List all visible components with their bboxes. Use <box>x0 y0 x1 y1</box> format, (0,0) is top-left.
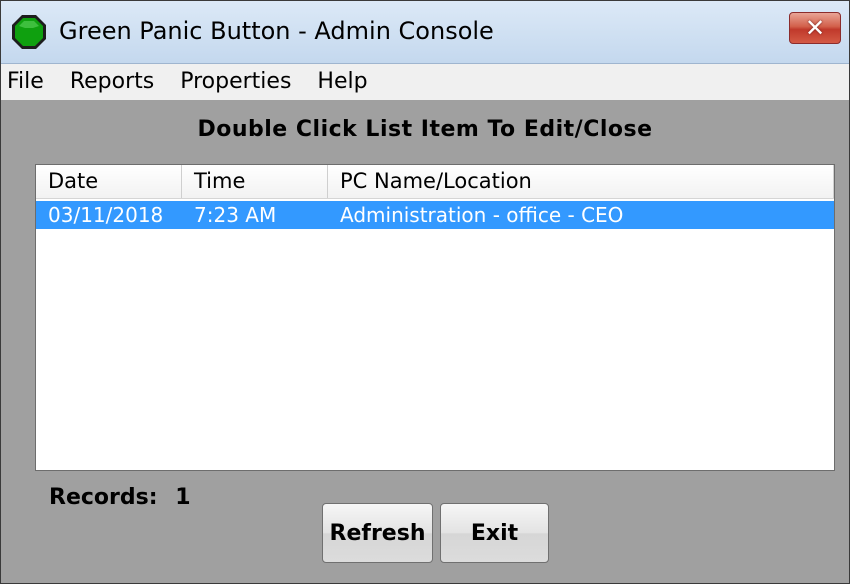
records-count: Records: 1 <box>49 485 191 510</box>
exit-button[interactable]: Exit <box>440 503 549 563</box>
refresh-button[interactable]: Refresh <box>322 503 433 563</box>
menu-file[interactable]: File <box>1 64 57 100</box>
close-button[interactable]: ✕ <box>789 12 841 44</box>
window-title: Green Panic Button - Admin Console <box>59 17 494 45</box>
alerts-list[interactable]: Date Time PC Name/Location 03/11/2018 7:… <box>35 164 835 471</box>
column-header-date[interactable]: Date <box>36 165 182 198</box>
list-row-selected[interactable]: 03/11/2018 7:23 AM Administration - offi… <box>36 201 834 229</box>
menu-properties[interactable]: Properties <box>167 64 304 100</box>
menu-bar: File Reports Properties Help <box>1 64 849 100</box>
cell-time: 7:23 AM <box>194 203 277 227</box>
cell-date: 03/11/2018 <box>48 203 164 227</box>
admin-console-window: Green Panic Button - Admin Console ✕ Fil… <box>0 0 850 584</box>
column-header-time[interactable]: Time <box>182 165 328 198</box>
list-header: Date Time PC Name/Location <box>36 165 834 199</box>
close-icon: ✕ <box>804 14 826 42</box>
cell-pc-name: Administration - office - CEO <box>340 203 624 227</box>
green-octagon-icon <box>12 15 46 49</box>
instruction-heading: Double Click List Item To Edit/Close <box>197 117 653 142</box>
title-bar[interactable]: Green Panic Button - Admin Console ✕ <box>1 1 849 64</box>
records-value: 1 <box>175 485 191 510</box>
menu-reports[interactable]: Reports <box>57 64 167 100</box>
menu-help[interactable]: Help <box>304 64 380 100</box>
records-label: Records: <box>49 485 158 510</box>
column-header-pc-name[interactable]: PC Name/Location <box>328 165 834 198</box>
